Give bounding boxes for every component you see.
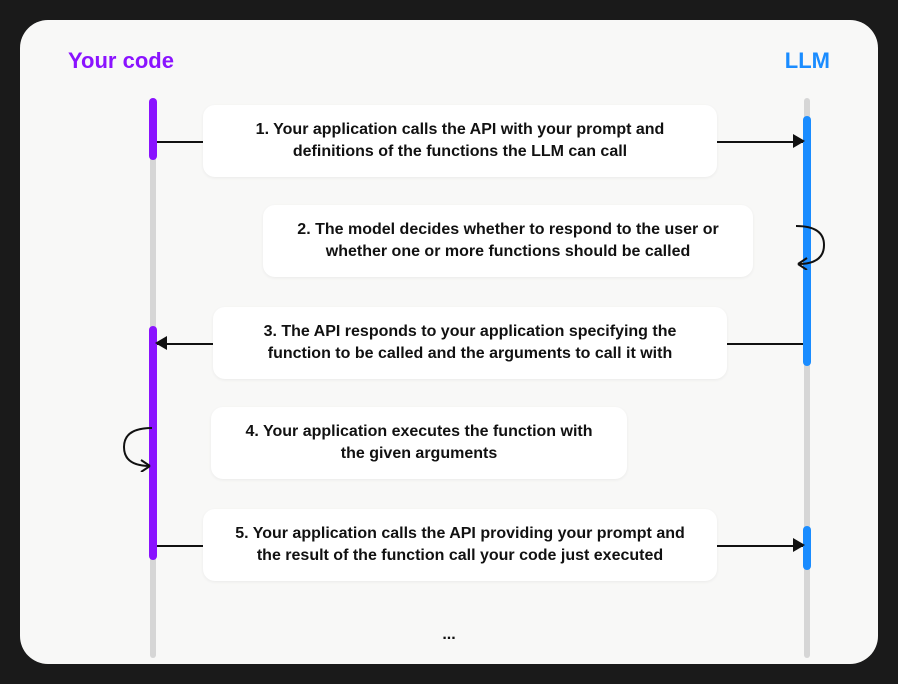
step-box-3: 3. The API responds to your application … (213, 307, 727, 380)
continuation-ellipsis: ... (442, 626, 455, 644)
sequence-diagram: 1. Your application calls the API with y… (68, 98, 830, 658)
self-loop-your-code (116, 422, 158, 472)
step-row-1: 1. Your application calls the API with y… (153, 106, 807, 176)
arrow-head-5 (793, 538, 805, 552)
header-llm: LLM (785, 48, 830, 74)
header-your-code: Your code (68, 48, 174, 74)
step-row-5: 5. Your application calls the API provid… (153, 510, 807, 580)
step-row-4: 4. Your application executes the functio… (153, 408, 807, 478)
step-box-1: 1. Your application calls the API with y… (203, 105, 717, 178)
step-box-2: 2. The model decides whether to respond … (263, 205, 753, 278)
diagram-card: Your code LLM 1. Your application calls … (20, 20, 878, 664)
step-row-2: 2. The model decides whether to respond … (153, 206, 807, 276)
self-loop-llm (790, 220, 832, 270)
step-box-5: 5. Your application calls the API provid… (203, 509, 717, 582)
step-row-3: 3. The API responds to your application … (153, 308, 807, 378)
step-box-4: 4. Your application executes the functio… (211, 407, 627, 480)
diagram-headers: Your code LLM (68, 48, 830, 74)
arrow-head-1 (793, 134, 805, 148)
arrow-head-3 (155, 336, 167, 350)
